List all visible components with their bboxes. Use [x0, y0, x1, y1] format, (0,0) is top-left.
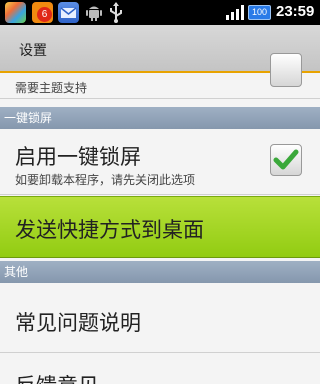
section-header-other: 其他 — [0, 261, 320, 283]
theme-support-checkbox[interactable] — [270, 53, 302, 87]
enable-lockscreen-title: 启用一键锁屏 — [15, 145, 141, 169]
settings-list[interactable]: 需要主题支持 一键锁屏 启用一键锁屏 如要卸载本程序，请先关闭此选项 发送快捷方… — [0, 53, 320, 384]
page-title: 设置 — [19, 43, 47, 59]
notification-app-icon: 6 — [32, 2, 53, 23]
notification-count-badge: 6 — [37, 7, 52, 22]
battery-icon: 100 — [248, 5, 271, 20]
usb-icon — [110, 2, 122, 23]
enable-lockscreen-row[interactable]: 启用一键锁屏 如要卸载本程序，请先关闭此选项 — [0, 129, 320, 195]
signal-icon — [226, 5, 244, 20]
faq-title: 常见问题说明 — [15, 311, 141, 335]
theme-support-subtitle: 需要主题支持 — [15, 81, 88, 95]
enable-lockscreen-subtitle: 如要卸载本程序，请先关闭此选项 — [15, 173, 196, 187]
enable-lockscreen-checkbox[interactable] — [270, 144, 302, 176]
checkmark-icon — [273, 149, 299, 170]
section-header-lockscreen: 一键锁屏 — [0, 107, 320, 129]
send-shortcut-title: 发送快捷方式到桌面 — [15, 218, 204, 242]
feedback-row[interactable]: 反馈意见 — [0, 354, 320, 384]
faq-row[interactable]: 常见问题说明 — [0, 283, 320, 353]
app-icon — [5, 2, 26, 23]
android-debug-icon — [86, 6, 102, 21]
status-bar: 6 100 23:59 — [0, 0, 320, 25]
feedback-title: 反馈意见 — [15, 370, 99, 384]
send-shortcut-row[interactable]: 发送快捷方式到桌面 — [0, 196, 320, 258]
mail-icon — [58, 2, 79, 23]
theme-support-row[interactable]: 需要主题支持 — [0, 53, 320, 99]
clock: 23:59 — [276, 3, 315, 20]
